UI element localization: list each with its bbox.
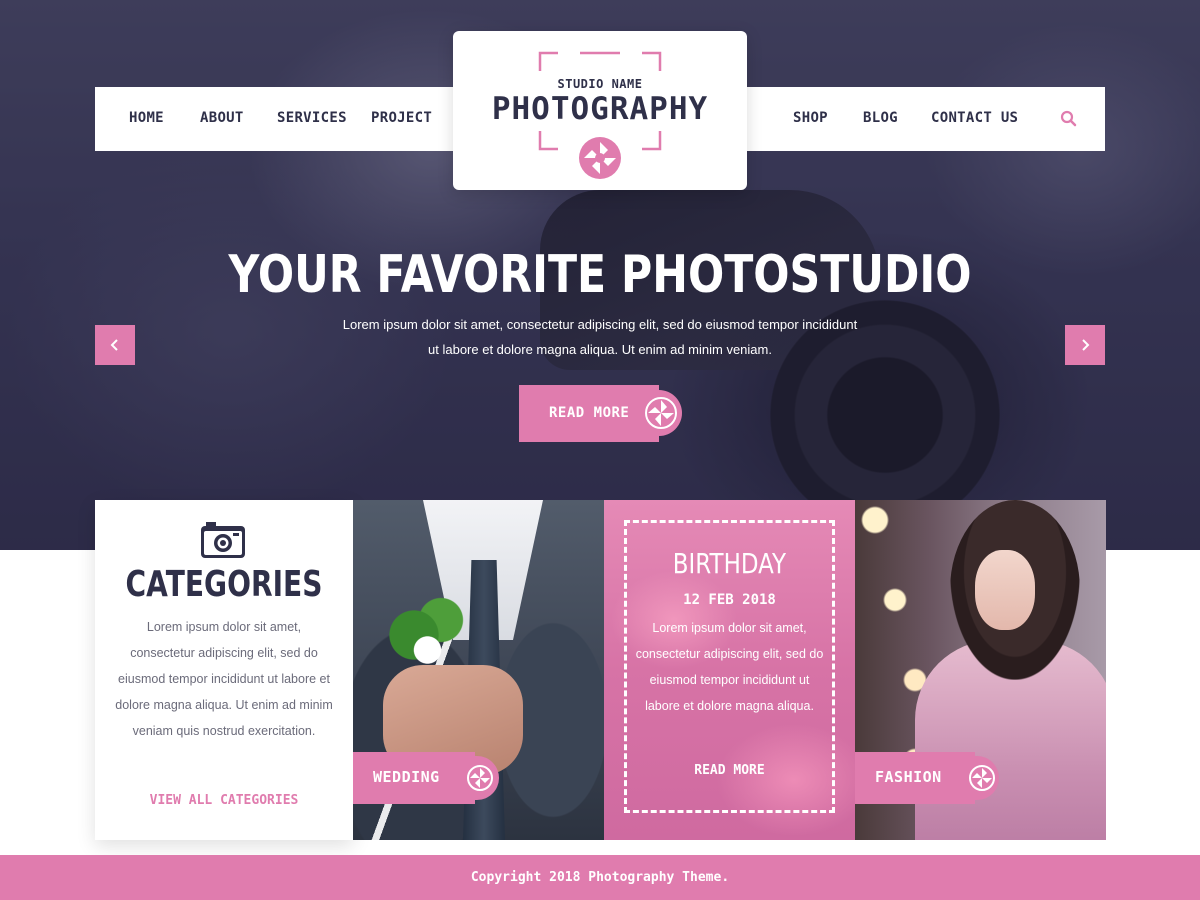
categories-title: CATEGORIES — [125, 564, 323, 605]
hero-description: Lorem ipsum dolor sit amet, consectetur … — [300, 312, 900, 362]
footer: Copyright 2018 Photography Theme. — [0, 855, 1200, 900]
categories-description: Lorem ipsum dolor sit amet, consectetur … — [115, 620, 333, 738]
birthday-date: 12 FEB 2018 — [683, 592, 776, 608]
hero-description-line1: Lorem ipsum dolor sit amet, consectetur … — [342, 317, 858, 332]
logo-photography: PHOTOGRAPHY — [491, 91, 709, 127]
search-icon[interactable] — [1059, 109, 1079, 129]
birthday-card: BIRTHDAY 12 FEB 2018 Lorem ipsum dolor s… — [604, 500, 855, 840]
slider-prev-button[interactable] — [95, 325, 135, 365]
nav-services[interactable]: SERVICES — [277, 110, 347, 126]
categories-card: CATEGORIES Lorem ipsum dolor sit amet, c… — [95, 500, 353, 840]
fashion-face — [975, 550, 1035, 630]
birthday-description: Lorem ipsum dolor sit amet, consectetur … — [635, 621, 824, 713]
chevron-right-icon — [1082, 339, 1090, 351]
view-all-categories-link[interactable]: VIEW ALL CATEGORIES — [95, 793, 353, 808]
footer-copyright: Copyright 2018 Photography Theme. — [470, 870, 730, 885]
nav-about[interactable]: ABOUT — [200, 110, 244, 126]
nav-project[interactable]: PROJECT — [371, 110, 432, 126]
birthday-title: BIRTHDAY — [672, 547, 787, 580]
slider-next-button[interactable] — [1065, 325, 1105, 365]
camera-icon — [201, 522, 245, 558]
aperture-icon — [467, 765, 493, 791]
nav-contact-us[interactable]: CONTACT US — [931, 110, 1018, 126]
nav-home[interactable]: HOME — [129, 110, 164, 126]
wedding-flower — [378, 595, 468, 695]
chevron-left-icon — [110, 339, 118, 351]
aperture-icon — [579, 137, 621, 179]
birthday-read-more-link[interactable]: READ MORE — [604, 763, 855, 778]
nav-shop[interactable]: SHOP — [793, 110, 828, 126]
read-more-button[interactable]: READ MORE — [519, 385, 659, 442]
fashion-label: FASHION — [875, 768, 942, 786]
read-more-label: READ MORE — [549, 405, 630, 421]
wedding-tag[interactable]: WEDDING — [353, 752, 499, 804]
aperture-icon — [969, 765, 995, 791]
hero-description-line2: ut labore et dolore magna aliqua. Ut eni… — [428, 342, 772, 357]
aperture-icon — [645, 397, 677, 429]
nav-blog[interactable]: BLOG — [863, 110, 898, 126]
logo-studio-name: STUDIO NAME — [557, 77, 643, 91]
wedding-label: WEDDING — [373, 768, 440, 786]
site-logo[interactable]: STUDIO NAME PHOTOGRAPHY — [453, 31, 747, 190]
hero-title: YOUR FAVORITE PHOTOSTUDIO — [228, 245, 972, 305]
fashion-tag[interactable]: FASHION — [855, 752, 999, 804]
